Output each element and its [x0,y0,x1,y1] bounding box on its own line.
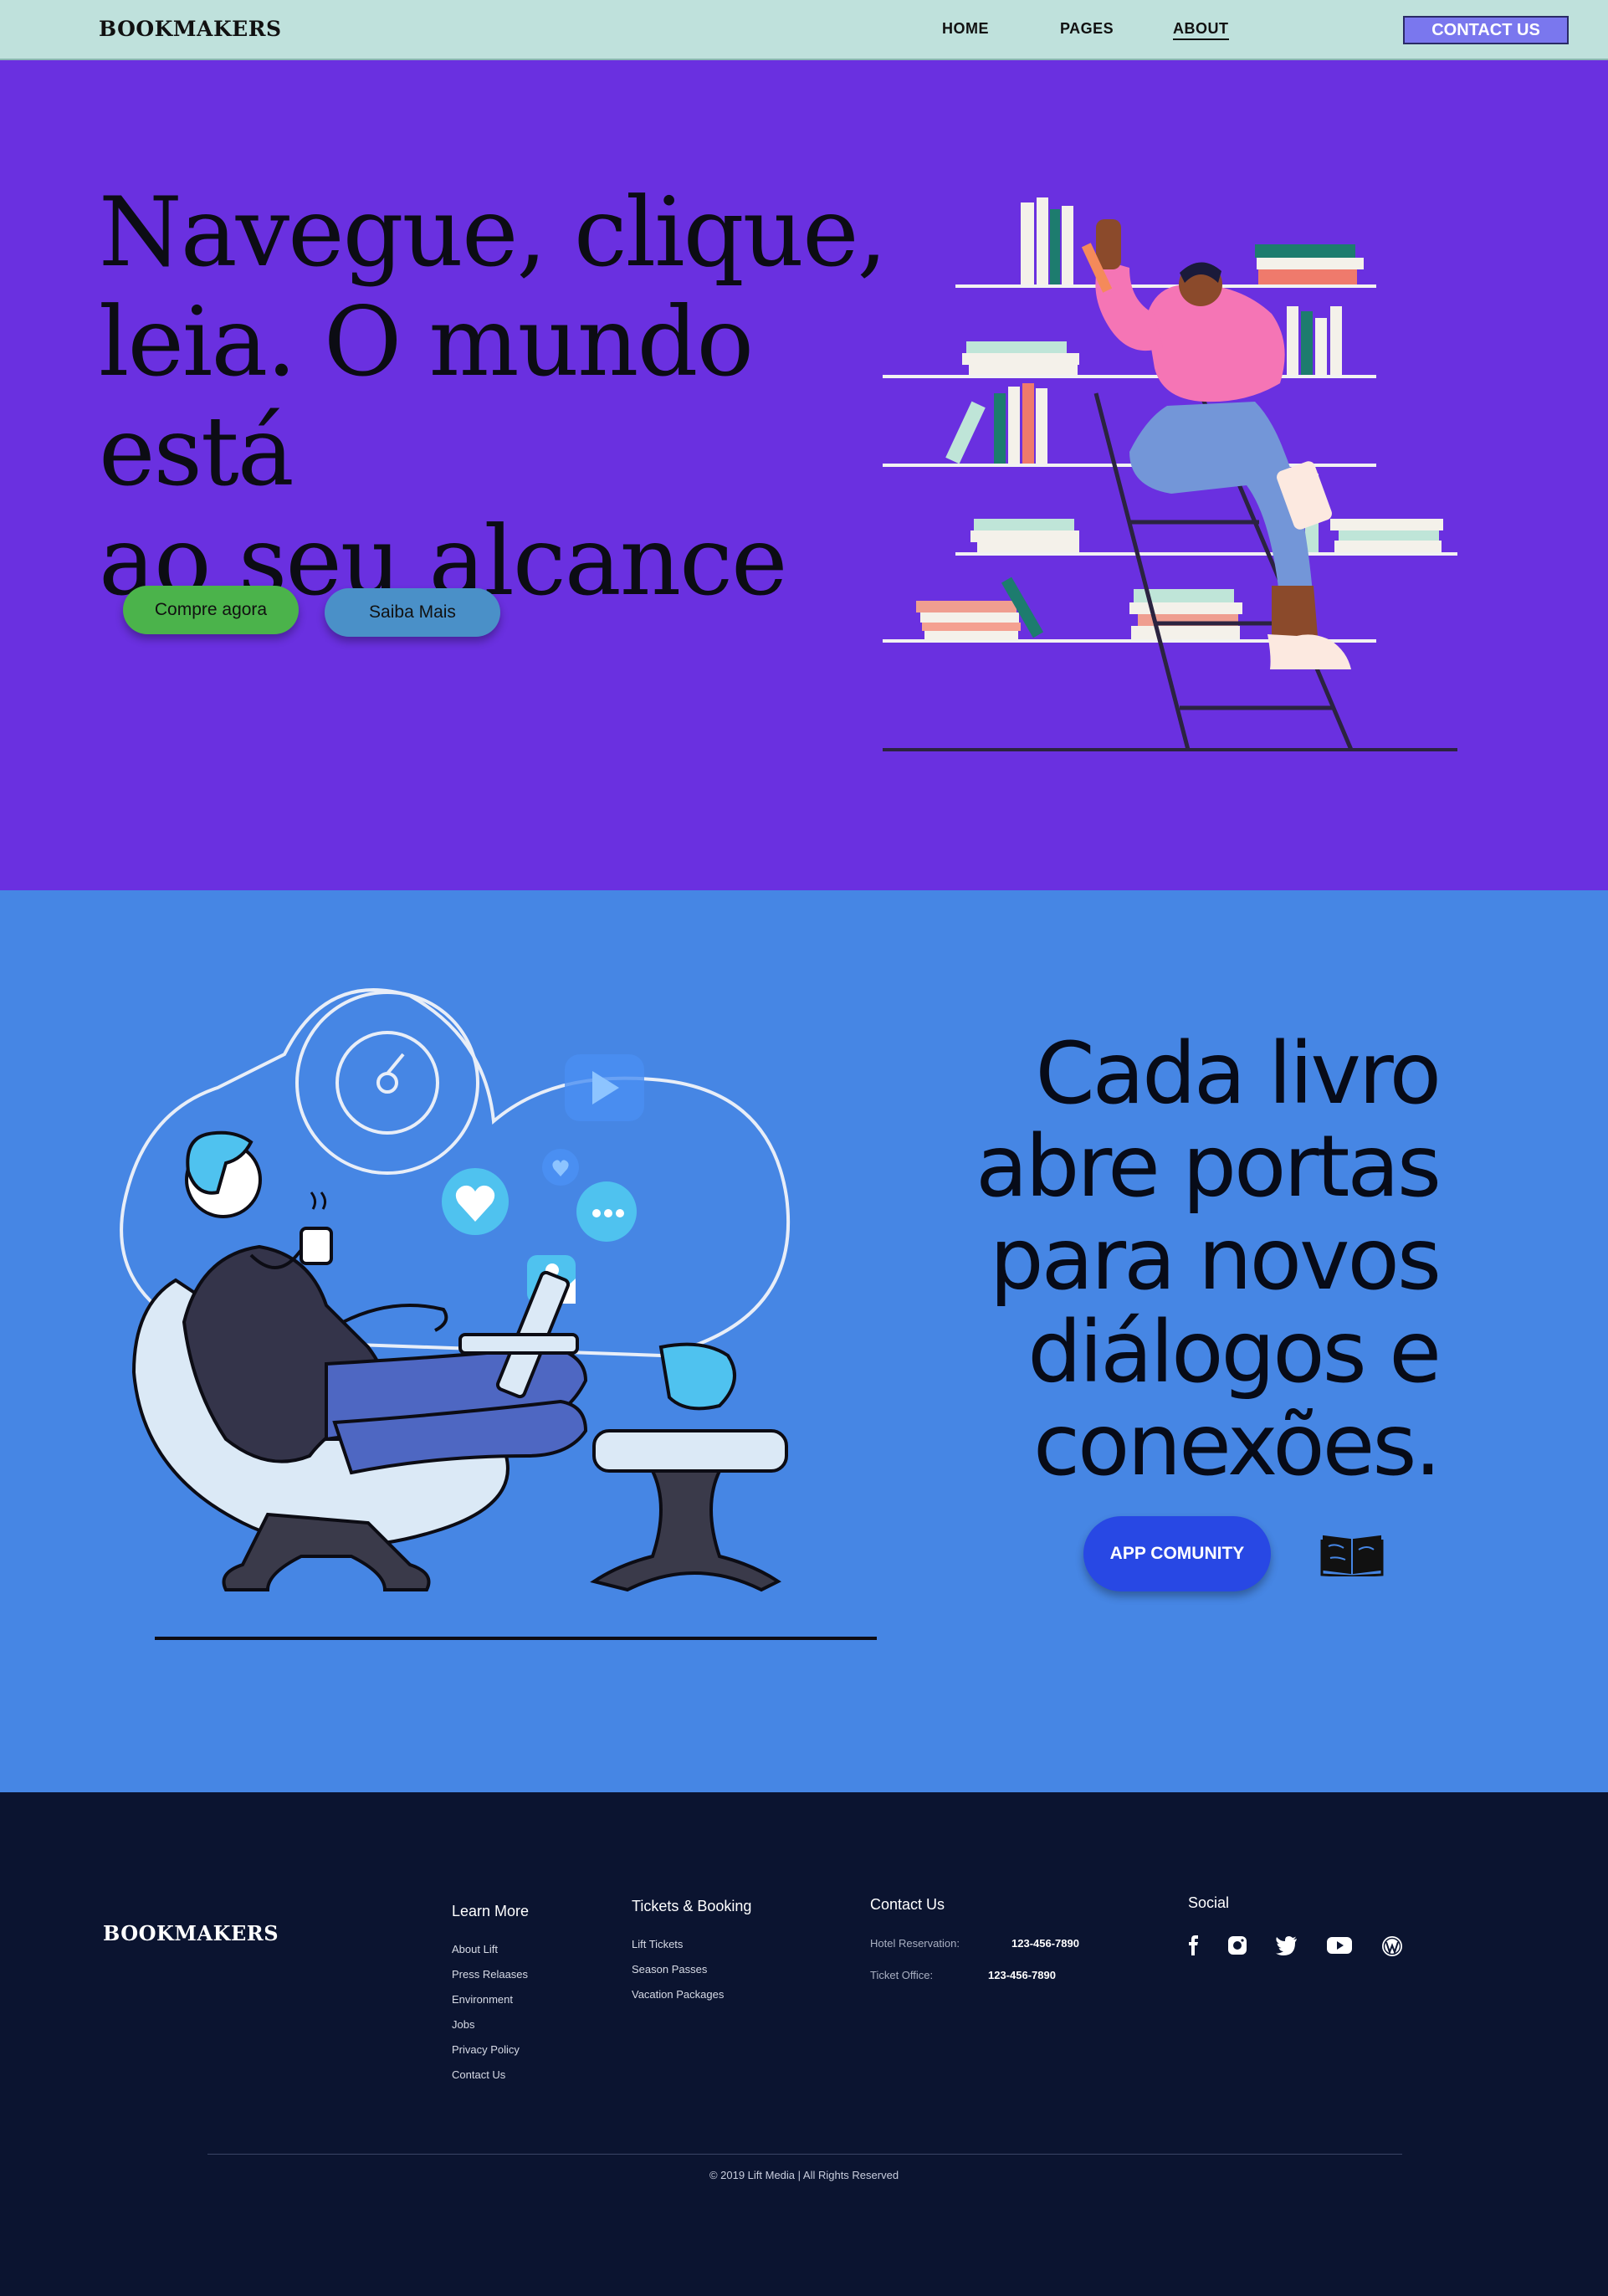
contact-us-button[interactable]: CONTACT US [1403,16,1569,44]
community-title-line: abre portas [976,1117,1442,1217]
hero-title: Navegue, clique, leia. O mundo está ao s… [99,177,927,616]
relaxing-reader-illustration [120,988,877,1640]
footer-link-jobs[interactable]: Jobs [452,2018,474,2031]
open-book-icon[interactable] [1320,1531,1384,1576]
footer-link-lift-tickets[interactable]: Lift Tickets [632,1938,683,1950]
hero-title-line: Navegue, clique, [99,177,888,288]
app-community-button[interactable]: APP COMUNITY [1083,1516,1271,1591]
footer-link-vacation-packages[interactable]: Vacation Packages [632,1988,724,2001]
footer-divider [207,2154,1402,2155]
hotel-reservation-phone[interactable]: 123-456-7890 [1011,1937,1079,1950]
buy-now-button[interactable]: Compre agora [123,586,299,634]
hero-title-line: leia. O mundo está [99,286,754,507]
youtube-icon[interactable] [1326,1935,1353,1955]
learn-more-heading: Learn More [452,1903,530,1919]
brand-logo[interactable]: BOOKMAKERS [99,17,282,41]
wordpress-icon[interactable] [1381,1935,1403,1957]
ticket-office-phone[interactable]: 123-456-7890 [988,1969,1056,1981]
top-navbar: BOOKMAKERS HOME PAGES ABOUT CONTACT US [0,0,1608,60]
community-title-line: conexões. [1032,1396,1442,1495]
social-heading: Social [1188,1894,1230,1911]
nav-link-home[interactable]: HOME [942,20,989,38]
footer-brand-logo[interactable]: BOOKMAKERS [103,1921,279,1945]
footer [0,1792,1608,2296]
footer-link-environment[interactable]: Environment [452,1993,513,2006]
nav-link-pages[interactable]: PAGES [1060,20,1114,38]
tickets-heading: Tickets & Booking [632,1898,752,1914]
footer-link-contact[interactable]: Contact Us [452,2068,505,2081]
learn-more-button[interactable]: Saiba Mais [325,588,500,637]
community-title-line: diálogos e [1027,1303,1442,1402]
community-title-line: Cada livro [1035,1024,1442,1124]
ticket-office-label: Ticket Office: [870,1969,934,1981]
footer-link-season-passes[interactable]: Season Passes [632,1963,707,1976]
copyright-text: © 2019 Lift Media | All Rights Reserved [709,2169,899,2181]
hotel-reservation-label: Hotel Reservation: [870,1937,960,1950]
contact-heading: Contact Us [870,1896,945,1913]
facebook-icon[interactable] [1186,1935,1201,1955]
bookshelf-illustration [883,197,1457,751]
instagram-icon[interactable] [1227,1935,1247,1955]
footer-link-about[interactable]: About Lift [452,1943,498,1955]
twitter-icon[interactable] [1276,1935,1298,1955]
community-title-line: para novos [989,1210,1442,1309]
nav-link-about[interactable]: ABOUT [1173,20,1229,40]
footer-link-press[interactable]: Press Relaases [452,1968,528,1981]
community-title: Cada livro abre portas para novos diálog… [920,1024,1442,1495]
footer-link-privacy[interactable]: Privacy Policy [452,2043,520,2056]
